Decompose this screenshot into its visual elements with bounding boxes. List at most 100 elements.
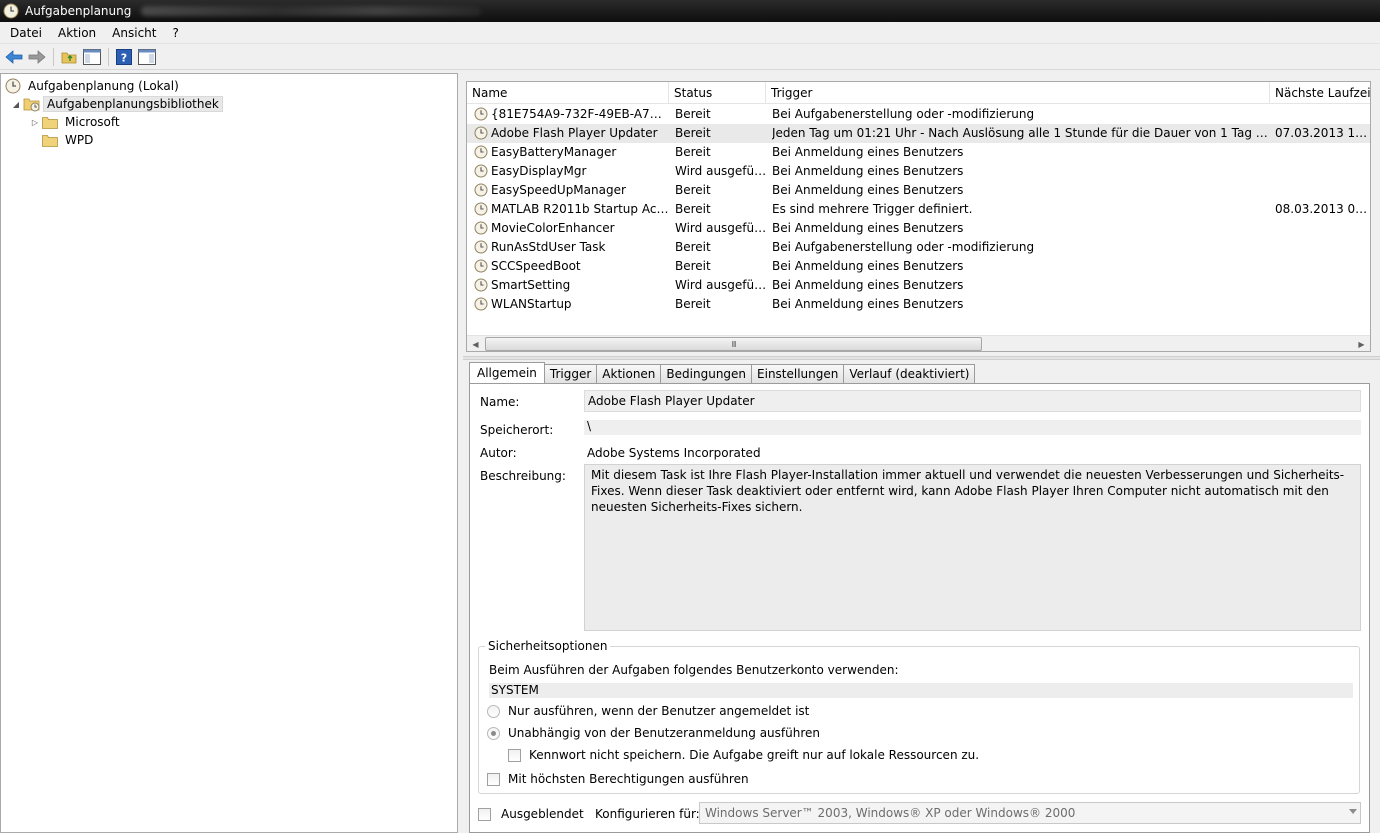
general-tab-panel: Name: Adobe Flash Player Updater Speiche… [469, 383, 1370, 833]
column-header-status[interactable]: Status [669, 82, 766, 104]
details-pane: Name Status Trigger Nächste Laufzeit {81… [463, 73, 1380, 833]
action-pane-icon [138, 48, 156, 65]
column-header-name[interactable]: Name [467, 82, 669, 104]
chevron-down-icon [1349, 809, 1357, 814]
forward-icon [28, 49, 46, 64]
scroll-left-arrow-icon[interactable]: ◀ [467, 336, 484, 351]
account-prompt: Beim Ausführen der Aufgaben folgendes Be… [489, 663, 899, 677]
collapsed-triangle-icon[interactable]: ▷ [30, 117, 40, 127]
column-header-next-run[interactable]: Nächste Laufzeit [1270, 82, 1370, 104]
menu-ansicht[interactable]: Ansicht [104, 26, 164, 40]
folder-clock-icon [23, 98, 40, 112]
tree-node-microsoft[interactable]: ▷ Microsoft [30, 113, 123, 131]
menu-datei[interactable]: Datei [0, 26, 50, 40]
security-options-group: Sicherheitsoptionen Beim Ausführen der A… [478, 639, 1360, 794]
action-pane-button[interactable] [136, 46, 158, 68]
table-row[interactable]: EasyDisplayMgr Wird ausgeführt Bei Anmeldu… [467, 162, 1370, 181]
configure-for-select[interactable]: Windows Server™ 2003, Windows® XP oder W… [699, 802, 1361, 824]
task-list: Name Status Trigger Nächste Laufzeit {81… [466, 81, 1371, 352]
configure-for-label: Konfigurieren für: [595, 807, 700, 821]
task-name-cell: RunAsStdUser Task [491, 240, 606, 254]
tab-aktionen[interactable]: Aktionen [596, 364, 662, 383]
highest-privileges-label[interactable]: Mit höchsten Berechtigungen ausführen [508, 772, 749, 786]
expanded-triangle-icon[interactable]: ◢ [11, 99, 21, 109]
table-row[interactable]: Adobe Flash Player Updater Bereit Jeden Ta… [467, 124, 1370, 143]
scroll-right-arrow-icon[interactable]: ▶ [1353, 336, 1370, 351]
column-header-trigger[interactable]: Trigger [766, 82, 1270, 104]
run-independent-radio[interactable] [487, 727, 500, 740]
task-trigger-cell: Bei Aufgabenerstellung oder -modifizieru… [772, 107, 1035, 121]
task-trigger-cell: Bei Anmeldung eines Benutzers [772, 221, 964, 235]
task-next-run-cell [1275, 257, 1370, 276]
no-password-label[interactable]: Kennwort nicht speichern. Die Aufgabe gr… [529, 748, 979, 762]
tab-bedingungen[interactable]: Bedingungen [660, 364, 753, 383]
help-icon: ? [116, 48, 132, 65]
tree-node-root[interactable]: Aufgabenplanung (Lokal) [5, 77, 182, 95]
task-name-cell: SmartSetting [491, 278, 571, 292]
table-row[interactable]: SmartSetting Wird ausgeführt Bei Anmeldung… [467, 276, 1370, 295]
task-name-cell: EasyDisplayMgr [491, 164, 587, 178]
task-clock-icon [474, 221, 488, 235]
task-next-run-cell [1275, 219, 1370, 238]
scrollbar-thumb[interactable]: III [485, 337, 982, 351]
location-field[interactable]: \ [584, 420, 1361, 435]
clock-icon [3, 3, 19, 19]
run-only-logged-on-radio[interactable] [487, 705, 500, 718]
tab-verlauf[interactable]: Verlauf (deaktiviert) [843, 364, 976, 383]
console-tree: Aufgabenplanung (Lokal) ◢ Aufgabenplanun… [0, 73, 458, 833]
table-row[interactable]: EasyBatteryManager Bereit Bei Anmeldung ei… [467, 143, 1370, 162]
horizontal-scrollbar[interactable]: ◀ III ▶ [467, 335, 1370, 351]
security-options-legend: Sicherheitsoptionen [485, 639, 611, 653]
tree-node-library[interactable]: ◢ Aufgabenplanungsbibliothek [11, 95, 223, 113]
folder-icon [42, 134, 58, 147]
run-only-logged-on-label[interactable]: Nur ausführen, wenn der Benutzer angemel… [508, 704, 809, 718]
properties-tabs: Allgemein Trigger Aktionen Bedingungen E… [469, 362, 976, 383]
tab-trigger[interactable]: Trigger [543, 364, 598, 383]
clock-icon [5, 78, 21, 94]
table-row[interactable]: {81E754A9-732F-49EB-A719-5B... Bereit Bei … [467, 105, 1370, 124]
location-label: Speicherort: [480, 423, 554, 437]
task-clock-icon [474, 240, 488, 254]
menu-aktion[interactable]: Aktion [50, 26, 104, 40]
tree-node-wpd[interactable]: WPD [42, 131, 96, 149]
task-clock-icon [474, 278, 488, 292]
name-field[interactable]: Adobe Flash Player Updater [584, 390, 1361, 412]
task-clock-icon [474, 107, 488, 121]
task-trigger-cell: Jeden Tag um 01:21 Uhr - Nach Auslösung … [772, 126, 1270, 140]
task-name-cell: {81E754A9-732F-49EB-A719-5B... [491, 107, 669, 121]
no-password-checkbox[interactable] [508, 749, 521, 762]
task-status-cell: Bereit [675, 183, 711, 197]
highest-privileges-checkbox[interactable] [487, 773, 500, 786]
task-name-cell: Adobe Flash Player Updater [491, 126, 658, 140]
task-name-cell: WLANStartup [491, 297, 572, 311]
tab-allgemein[interactable]: Allgemein [469, 362, 545, 383]
table-row[interactable]: MATLAB R2011b Startup Accele... Bereit Es … [467, 200, 1370, 219]
menu-help[interactable]: ? [164, 26, 186, 40]
table-row[interactable]: MovieColorEnhancer Wird ausgeführt Bei Anm… [467, 219, 1370, 238]
console-tree-button[interactable] [81, 46, 103, 68]
pane-splitter[interactable] [463, 356, 1380, 360]
task-status-cell: Wird ausgeführt [675, 164, 767, 178]
description-field[interactable]: Mit diesem Task ist Ihre Flash Player-In… [584, 464, 1361, 631]
task-trigger-cell: Bei Anmeldung eines Benutzers [772, 297, 964, 311]
run-independent-label[interactable]: Unabhängig von der Benutzeranmeldung aus… [508, 726, 820, 740]
hidden-checkbox[interactable] [478, 808, 491, 821]
table-row[interactable]: RunAsStdUser Task Bereit Bei Aufgabenerste… [467, 238, 1370, 257]
task-name-cell: MovieColorEnhancer [491, 221, 615, 235]
task-name-cell: MATLAB R2011b Startup Accele... [491, 202, 669, 216]
toolbar-separator [53, 47, 54, 66]
hidden-label[interactable]: Ausgeblendet [501, 807, 584, 821]
table-row[interactable]: EasySpeedUpManager Bereit Bei Anmeldung ei… [467, 181, 1370, 200]
folder-up-button[interactable] [58, 46, 80, 68]
tab-einstellungen[interactable]: Einstellungen [751, 364, 845, 383]
task-name-cell: EasySpeedUpManager [491, 183, 626, 197]
author-field[interactable]: Adobe Systems Incorporated [584, 446, 761, 460]
table-row[interactable]: WLANStartup Bereit Bei Anmeldung eines Ben… [467, 295, 1370, 314]
forward-button[interactable] [26, 46, 48, 68]
table-row[interactable]: SCCSpeedBoot Bereit Bei Anmeldung eines Be… [467, 257, 1370, 276]
task-status-cell: Bereit [675, 107, 711, 121]
back-button[interactable] [3, 46, 25, 68]
task-clock-icon [474, 259, 488, 273]
help-button[interactable]: ? [113, 46, 135, 68]
folder-icon [42, 116, 58, 129]
